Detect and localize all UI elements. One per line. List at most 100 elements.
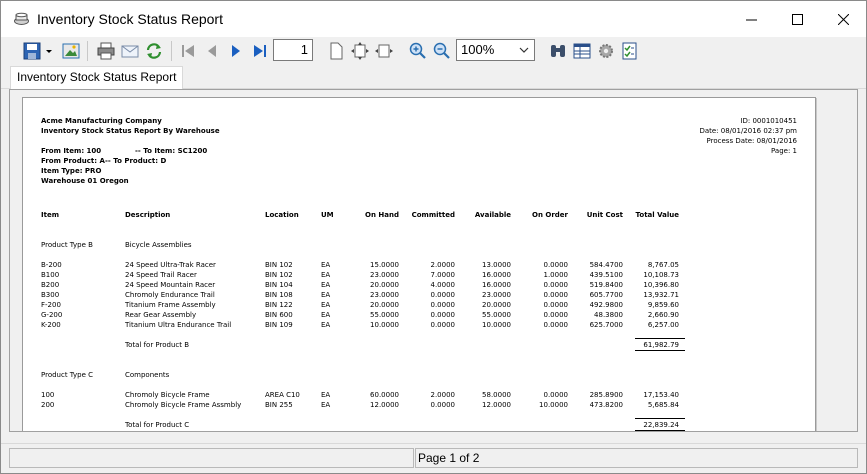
cell-available: 20.0000 [482,301,511,309]
cell-description: Chromoly Bicycle Frame [125,391,210,399]
app-icon [14,12,29,25]
company-name: Acme Manufacturing Company [41,117,162,125]
status-bar: Page 1 of 2 [1,443,866,473]
cell-total-value: 9,859.60 [647,301,679,309]
image-icon [62,43,80,59]
report-title: Inventory Stock Status Report By Warehou… [41,127,220,135]
cell-unit-cost: 439.5100 [589,271,623,279]
cell-unit-cost: 584.4700 [589,261,623,269]
cell-committed: 0.0000 [430,401,456,409]
tab-inventory-report[interactable]: Inventory Stock Status Report [10,66,184,90]
status-cell-left [9,448,414,468]
single-page-button[interactable] [325,40,347,62]
group-total-label: Total for Product C [125,421,190,429]
find-button[interactable] [547,40,569,62]
settings-button[interactable] [595,40,617,62]
page-number-input[interactable]: 1 [273,39,313,61]
refresh-button[interactable] [143,40,165,62]
minimize-button[interactable] [728,1,774,37]
cell-on-order: 1.0000 [543,271,569,279]
cell-description: Chromoly Endurance Trail [125,291,215,299]
next-page-button[interactable] [225,40,247,62]
cell-item: 100 [41,391,55,399]
maximize-button[interactable] [774,1,820,37]
page-count-status: Page 1 of 2 [415,448,858,468]
save-dropdown-button[interactable] [43,40,55,62]
cell-available: 10.0000 [482,321,511,329]
group-total-value: 61,982.79 [643,341,679,349]
cell-description: Rear Gear Assembly [125,311,197,319]
cell-item: F-200 [41,301,61,309]
cell-committed: 7.0000 [430,271,456,279]
fit-width-button[interactable] [373,40,395,62]
column-header-location: Location [265,211,299,219]
cell-total-value: 8,767.05 [647,261,679,269]
group-total-value: 22,839.24 [643,421,679,429]
close-button[interactable] [820,1,866,37]
chevron-down-icon [519,47,529,53]
cell-location: BIN 102 [265,271,293,279]
column-header-description: Description [125,211,171,219]
cell-item: 200 [41,401,55,409]
minimize-icon [745,19,757,20]
cell-available: 16.0000 [482,271,511,279]
cell-unit-cost: 48.3800 [594,311,623,319]
cell-um: EA [321,391,331,399]
report-viewport[interactable]: Acme Manufacturing Company Inventory Sto… [9,89,858,432]
export-image-button[interactable] [60,40,82,62]
filter-to-item: -- To Item: SC1200 [135,147,208,155]
zoom-in-button[interactable] [407,40,429,62]
cell-location: BIN 102 [265,261,293,269]
dropdown-arrow-icon [46,50,52,53]
cell-on-hand: 55.0000 [370,311,399,319]
table-icon [573,43,591,59]
cell-total-value: 5,685.84 [647,401,679,409]
cell-item: B300 [41,291,60,299]
print-button[interactable] [95,40,117,62]
cell-unit-cost: 473.8200 [589,401,623,409]
page-icon [330,42,343,60]
column-header-total-value: Total Value [635,211,679,219]
cell-item: B-200 [41,261,62,269]
column-header-committed: Committed [411,211,455,219]
group-total-label: Total for Product B [125,341,190,349]
cell-item: G-200 [41,311,63,319]
email-button[interactable] [119,40,141,62]
zoom-out-button[interactable] [431,40,453,62]
cell-unit-cost: 492.9800 [589,301,623,309]
cell-available: 23.0000 [482,291,511,299]
cell-location: BIN 122 [265,301,293,309]
checklist-icon [622,42,637,60]
cell-on-hand: 23.0000 [370,291,399,299]
first-page-button[interactable] [177,40,199,62]
cell-location: BIN 109 [265,321,293,329]
cell-on-hand: 15.0000 [370,261,399,269]
fit-page-button[interactable] [349,40,371,62]
group-name-label: Bicycle Assemblies [125,241,192,249]
cell-description: Titanium Frame Assembly [125,301,216,309]
group-tree-button[interactable] [571,40,593,62]
first-page-icon [182,45,194,57]
report-page-number: Page: 1 [771,147,797,155]
zoom-dropdown[interactable]: 100% [456,39,535,61]
cell-description: 24 Speed Mountain Racer [125,281,216,289]
cell-on-order: 0.0000 [543,321,569,329]
previous-page-button[interactable] [201,40,223,62]
cell-unit-cost: 605.7700 [589,291,623,299]
checklist-button[interactable] [619,40,641,62]
cell-unit-cost: 285.8900 [589,391,623,399]
column-header-item: Item [41,211,59,219]
cell-on-hand: 20.0000 [370,281,399,289]
save-button[interactable] [21,40,43,62]
subtotal-rule [635,418,685,419]
cell-location: AREA C10 [265,391,300,399]
cell-total-value: 17,153.40 [643,391,679,399]
cell-on-order: 0.0000 [543,301,569,309]
report-viewer-window: Inventory Stock Status Report 1 100% Inv… [0,0,867,474]
column-header-unit-cost: Unit Cost [586,211,623,219]
close-icon [837,13,849,25]
cell-description: 24 Speed Ultra-Trak Racer [125,261,216,269]
cell-item: K-200 [41,321,61,329]
subtotal-rule [635,338,685,339]
last-page-button[interactable] [249,40,271,62]
